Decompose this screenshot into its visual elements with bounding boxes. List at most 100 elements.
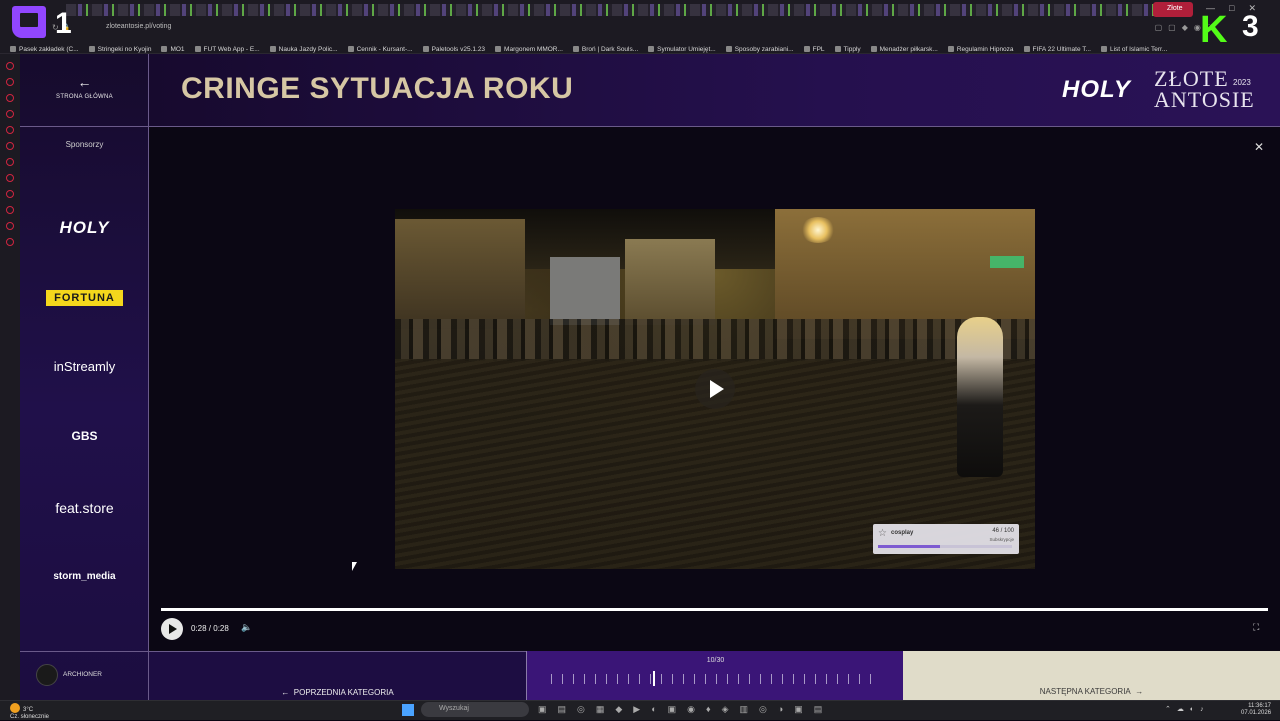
bookmark-item[interactable]: Margonem MMOR... — [495, 46, 563, 53]
clock-time: 11:36:17 — [1248, 703, 1272, 709]
sidebar-app-icon[interactable] — [6, 174, 14, 182]
sponsor-holy-logo[interactable]: HOLY — [20, 218, 149, 238]
sponsors-title: Sponsorzy — [65, 140, 104, 149]
left-nav: ← STRONA GŁÓWNA Sponsorzy HOLY FORTUNA i… — [20, 54, 149, 700]
sidebar-app-icon[interactable] — [6, 110, 14, 118]
bookmark-item[interactable]: Sposoby zarabiani... — [726, 46, 794, 53]
bookmark-item[interactable]: Nauka Jazdy Polic... — [270, 46, 338, 53]
video-frame-person — [957, 317, 1003, 477]
sponsor-feat-logo[interactable]: feat.store — [20, 500, 149, 516]
sidebar-app-icon[interactable] — [6, 94, 14, 102]
overlay-goal-bar — [878, 545, 1012, 548]
video-seek-fill — [161, 608, 1268, 611]
bookmark-item[interactable]: Menadżer piłkarsk... — [871, 46, 938, 53]
user-account[interactable]: ARCHIONER — [20, 651, 149, 700]
kick-logo-icon: K — [1200, 9, 1228, 51]
sidebar-app-icon[interactable] — [6, 78, 14, 86]
browser-sidebar — [0, 54, 20, 700]
video-player[interactable]: ☆ cosplay 46 / 100 Subskrypcje — [395, 209, 1035, 569]
bookmark-item[interactable]: Symulator Umiejęt... — [648, 46, 716, 53]
overlay-goal-fill — [878, 545, 940, 548]
bookmark-item[interactable]: Paletools v25.1.23 — [423, 46, 485, 53]
video-play-icon[interactable] — [695, 369, 735, 409]
previous-category-button[interactable]: ← POPRZEDNIA KATEGORIA — [149, 651, 526, 700]
page-title: CRINGE SYTUACJA ROKU — [181, 72, 574, 105]
arrow-left-icon: ← — [77, 74, 92, 90]
avatar — [36, 664, 58, 686]
sidebar-app-icon[interactable] — [6, 158, 14, 166]
volume-icon[interactable]: 🔈 — [241, 622, 252, 633]
category-ticks[interactable] — [551, 674, 881, 684]
active-tab[interactable]: Złote — [1153, 2, 1193, 17]
sidebar-app-icon[interactable] — [6, 238, 14, 246]
bookmark-item[interactable]: Pasek zakładek (C... — [10, 46, 79, 53]
sidebar-app-icon[interactable] — [6, 190, 14, 198]
close-icon[interactable]: ✕ — [1254, 140, 1264, 154]
browser-tab-strip: Złote —□✕ — [0, 0, 1280, 20]
voting-page: ← STRONA GŁÓWNA Sponsorzy HOLY FORTUNA i… — [20, 54, 1280, 700]
sponsor-storm-logo[interactable]: storm_media — [20, 571, 149, 582]
taskbar-clock[interactable]: 11:36:17 07.01.2026 — [1241, 703, 1271, 717]
system-tray[interactable]: ⌃☁◐♪ — [1165, 705, 1210, 713]
bookmark-item[interactable]: FPL — [804, 46, 825, 53]
home-link[interactable]: ← STRONA GŁÓWNA — [20, 54, 149, 127]
sidebar-app-icon[interactable] — [6, 222, 14, 230]
user-name: ARCHIONER — [63, 671, 103, 678]
page-header: CRINGE SYTUACJA ROKU HOLY ZŁOTE ANTOSIE … — [149, 54, 1280, 127]
sidebar-app-icon[interactable] — [6, 142, 14, 150]
brand-year: 2023 — [1233, 78, 1251, 87]
url-field[interactable]: zloteantosie.pl/voting — [106, 23, 171, 30]
video-frame-building — [550, 257, 620, 325]
video-frame-building — [395, 219, 525, 329]
category-current-marker — [653, 671, 655, 686]
brand-line-2: ANTOSIE — [1154, 87, 1255, 112]
bookmark-item[interactable]: List of Islamic Terr... — [1101, 46, 1167, 53]
bookmark-item[interactable]: FUT Web App - E... — [195, 46, 260, 53]
weather-temp: 3°C — [23, 707, 34, 713]
next-category-button[interactable]: NASTĘPNA KATEGORIA → — [903, 651, 1280, 700]
twitch-logo-icon — [12, 6, 46, 38]
windows-start-icon[interactable] — [402, 704, 414, 716]
sidebar-app-icon[interactable] — [6, 126, 14, 134]
browser-tabs[interactable] — [66, 4, 1166, 16]
sun-icon — [10, 703, 20, 713]
video-seekbar[interactable] — [161, 608, 1268, 611]
video-frame-crowd — [395, 319, 1035, 361]
sponsor-gbs-logo[interactable]: GBS — [20, 429, 149, 443]
bookmark-item[interactable]: FIFA 22 Ultimate T... — [1024, 46, 1091, 53]
bookmark-item[interactable]: Tipply — [835, 46, 861, 53]
previous-category-label: POPRZEDNIA KATEGORIA — [293, 688, 394, 697]
sidebar-app-icon[interactable] — [6, 62, 14, 70]
category-progress: 10/30 — [526, 651, 903, 700]
bookmark-item[interactable]: Regulamin Hipnoza — [948, 46, 1014, 53]
bookmark-item[interactable]: Broń | Dark Souls... — [573, 46, 638, 53]
arrow-left-icon: ← — [281, 688, 294, 697]
overlay-goal-sub: Subskrypcje — [989, 537, 1014, 542]
overlay-goal-name: cosplay — [891, 530, 914, 536]
play-icon[interactable] — [161, 618, 183, 640]
weather-widget[interactable]: 3°C Cz. słonecznie — [10, 703, 49, 721]
brand-holy-logo: HOLY — [1062, 76, 1131, 103]
bookmark-item[interactable]: MO1 — [161, 46, 184, 53]
star-icon: ☆ — [878, 528, 887, 539]
sponsor-instreamly-logo[interactable]: inStreamly — [20, 359, 149, 374]
taskbar-search[interactable]: Wyszukaj — [421, 702, 529, 717]
taskbar-app-icons[interactable]: ▣▤◎▦◆▶◐▣◉♦◈▥◎◑▣▤ — [538, 704, 833, 715]
bookmarks-bar: Pasek zakładek (C... Stringeki no Kyojin M… — [0, 38, 1280, 54]
address-bar: ↻ 🔒 zloteantosie.pl/voting ▢▢◆◉♡ — [0, 20, 1280, 38]
arrow-right-icon: → — [1130, 687, 1144, 696]
bookmark-item[interactable]: Stringeki no Kyojin — [89, 46, 152, 53]
home-label: STRONA GŁÓWNA — [56, 94, 113, 100]
fullscreen-icon[interactable]: ⛶ — [1253, 622, 1259, 633]
video-time: 0:28 / 0:28 — [191, 624, 229, 633]
video-frame-building — [625, 239, 715, 325]
next-category-label: NASTĘPNA KATEGORIA — [1039, 687, 1131, 696]
sidebar-app-icon[interactable] — [6, 206, 14, 214]
video-stream-overlay: ☆ cosplay 46 / 100 Subskrypcje — [873, 524, 1019, 554]
overlay-number-right: 3 — [1242, 10, 1259, 43]
overlay-number-left: 1 — [55, 7, 72, 40]
clock-date: 07.01.2026 — [1241, 710, 1272, 716]
bookmark-item[interactable]: Cennik - Kursant-... — [348, 46, 413, 53]
sponsor-fortuna-logo[interactable]: FORTUNA — [20, 288, 149, 306]
sponsor-fortuna-text: FORTUNA — [46, 290, 123, 306]
